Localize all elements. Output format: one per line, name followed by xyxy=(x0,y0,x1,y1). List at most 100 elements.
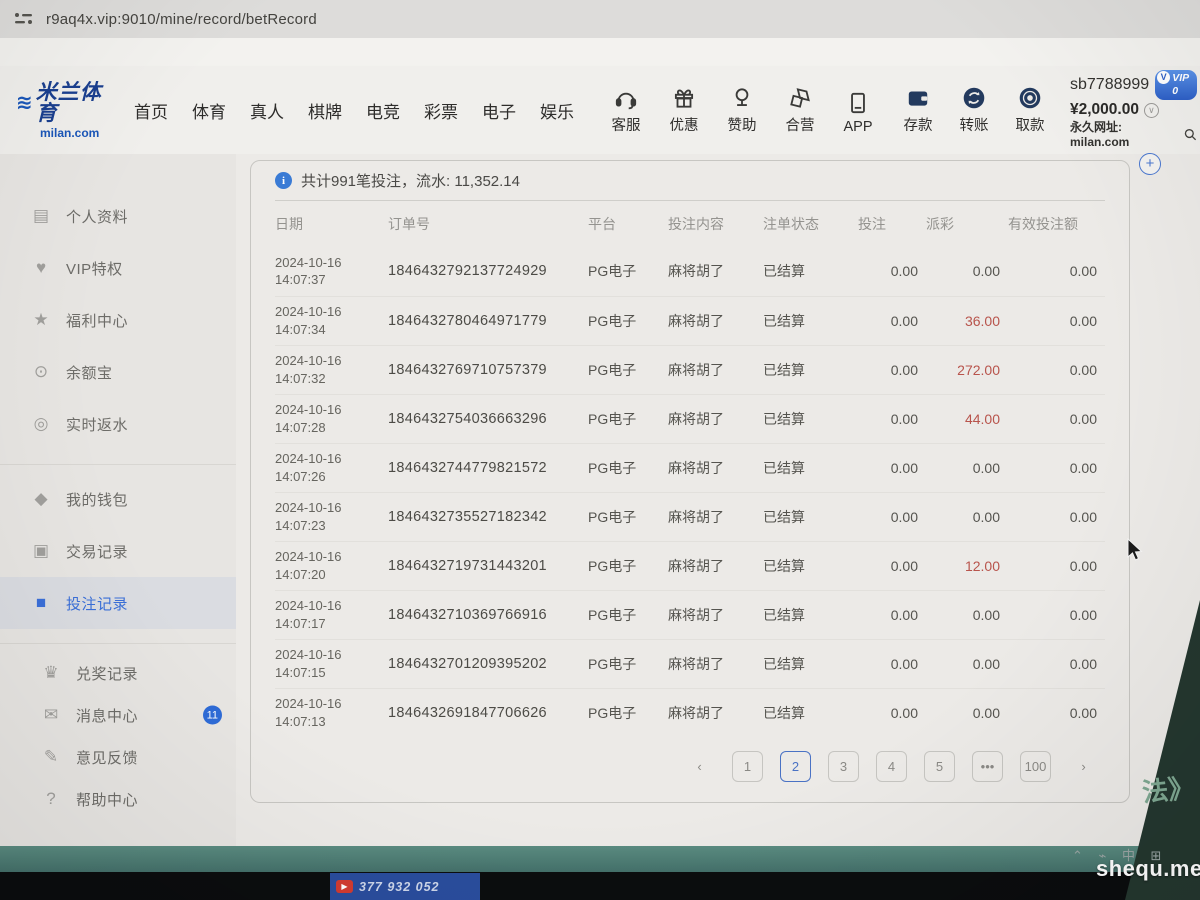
username: sb7788999 xyxy=(1070,75,1149,95)
column-header: 日期 xyxy=(275,201,388,247)
valid-bet-amount: 0.00 xyxy=(1008,443,1105,492)
url-text[interactable]: r9aq4x.vip:9010/mine/record/betRecord xyxy=(46,11,317,28)
profile-icon: ▤ xyxy=(30,206,52,226)
sidebar-item-label: 实时返水 xyxy=(66,414,128,435)
customer-service-button[interactable]: 客服 xyxy=(604,85,648,135)
valid-bet-amount: 0.00 xyxy=(1008,394,1105,443)
page-number-button[interactable]: 2 xyxy=(780,751,811,782)
column-header: 投注内容 xyxy=(668,201,763,247)
partnership-button[interactable]: 合营 xyxy=(778,85,822,135)
bet-status: 已结算 xyxy=(763,590,858,639)
page-number-button[interactable]: 5 xyxy=(924,751,955,782)
page-number-button[interactable]: ••• xyxy=(972,751,1003,782)
sidebar-item[interactable]: ? 帮助中心 xyxy=(0,778,236,820)
browser-url-bar[interactable]: r9aq4x.vip:9010/mine/record/betRecord xyxy=(0,0,1200,38)
nav-item[interactable]: 真人 xyxy=(250,98,284,123)
bet-time: 14:07:37 xyxy=(275,271,388,289)
sidebar-item[interactable]: ✎ 意见反馈 xyxy=(0,736,236,778)
bet-time: 14:07:28 xyxy=(275,419,388,437)
order-number: 1846432719731443201 xyxy=(388,541,588,590)
nav-item[interactable]: 彩票 xyxy=(424,98,458,123)
bet-status: 已结算 xyxy=(763,345,858,394)
sidebar-item-label: 意见反馈 xyxy=(76,747,138,768)
withdraw-button[interactable]: 取款 xyxy=(1008,85,1052,135)
nav-item[interactable]: 电子 xyxy=(482,98,516,123)
sidebar-item[interactable]: ♛ 兑奖记录 xyxy=(0,652,236,694)
yuebao-icon: ⊙ xyxy=(30,362,52,382)
promotions-button[interactable]: 优惠 xyxy=(662,85,706,135)
platform: PG电子 xyxy=(588,688,668,737)
sidebar-item[interactable]: ⊙ 余额宝 xyxy=(0,346,236,398)
prev-page-button[interactable]: ‹ xyxy=(684,751,715,782)
sponsor-button[interactable]: 赞助 xyxy=(720,85,764,135)
welfare-icon: ★ xyxy=(30,310,52,330)
transfer-button[interactable]: 转账 xyxy=(952,85,996,135)
user-info: sb7788999 VIP 0 ¥2,000.00 ∨ 永久网址: milan.… xyxy=(1070,70,1197,150)
help-icon: ? xyxy=(40,789,62,809)
bet-status: 已结算 xyxy=(763,688,858,737)
table-row: 2024-10-16 14:07:23 1846432735527182342 … xyxy=(275,492,1105,541)
payout-amount: 0.00 xyxy=(926,247,1008,296)
column-header: 平台 xyxy=(588,201,668,247)
nav-item[interactable]: 娱乐 xyxy=(540,98,574,123)
taskbar-fragment: ▶ 377 932 052 xyxy=(330,873,480,900)
order-number: 1846432691847706626 xyxy=(388,688,588,737)
platform: PG电子 xyxy=(588,590,668,639)
page-number-button[interactable]: 100 xyxy=(1020,751,1051,782)
valid-bet-amount: 0.00 xyxy=(1008,345,1105,394)
page-number-button[interactable]: 1 xyxy=(732,751,763,782)
expand-plus-button[interactable]: + xyxy=(1139,153,1161,175)
table-row: 2024-10-16 14:07:37 1846432792137724929 … xyxy=(275,247,1105,296)
sidebar-item[interactable]: ◆ 我的钱包 xyxy=(0,473,236,525)
sidebar-item-label: 余额宝 xyxy=(66,362,113,383)
logo-domain: milan.com xyxy=(40,127,108,139)
sidebar-item[interactable]: ▤ 个人资料 xyxy=(0,190,236,242)
sidebar-item[interactable]: ▣ 交易记录 xyxy=(0,525,236,577)
sidebar-item[interactable]: ♥ VIP特权 xyxy=(0,242,236,294)
table-row: 2024-10-16 14:07:28 1846432754036663296 … xyxy=(275,394,1105,443)
nav-item[interactable]: 棋牌 xyxy=(308,98,342,123)
page-number-button[interactable]: 4 xyxy=(876,751,907,782)
column-header: 派彩 xyxy=(926,201,1008,247)
valid-bet-amount: 0.00 xyxy=(1008,639,1105,688)
payout-amount: 272.00 xyxy=(926,345,1008,394)
summary-text: 共计991笔投注，流水: 11,352.14 xyxy=(301,170,520,191)
deposit-button[interactable]: 存款 xyxy=(896,85,940,135)
sidebar-item[interactable]: ■ 投注记录 xyxy=(0,577,236,629)
sidebar-item[interactable]: ★ 福利中心 xyxy=(0,294,236,346)
sidebar: ▤ 个人资料 ♥ VIP特权 ★ 福利中心 ⊙ xyxy=(0,154,236,846)
browser-profile-icon xyxy=(14,11,34,27)
background-text: 法》 xyxy=(1140,767,1196,809)
bet-amount: 0.00 xyxy=(858,345,926,394)
sidebar-item-label: 我的钱包 xyxy=(66,489,128,510)
column-header: 有效投注额 xyxy=(1008,201,1105,247)
sidebar-item[interactable]: ◎ 实时返水 xyxy=(0,398,236,450)
search-icon[interactable] xyxy=(1184,128,1197,141)
bet-record-table: 日期 订单号 平台 投注内容 注单状态 投注 派彩 xyxy=(275,201,1105,737)
site-logo[interactable]: ≋ 米兰体育 milan.com xyxy=(16,82,108,139)
order-number: 1846432754036663296 xyxy=(388,394,588,443)
app-download-button[interactable]: APP xyxy=(836,90,880,135)
bet-content: 麻将胡了 xyxy=(668,443,763,492)
bet-date: 2024-10-16 xyxy=(275,646,388,664)
next-page-button[interactable]: › xyxy=(1068,751,1099,782)
laptop-bezel xyxy=(0,872,1200,900)
main-content: + i 共计991笔投注，流水: 11,352.14 日期 订单号 xyxy=(236,154,1200,846)
order-number: 1846432701209395202 xyxy=(388,639,588,688)
transactions-icon: ▣ xyxy=(30,541,52,561)
bet-content: 麻将胡了 xyxy=(668,247,763,296)
main-nav: 首页 体育 真人 棋牌 电竞 彩票 电子 娱乐 xyxy=(134,98,574,123)
sidebar-item-label: 交易记录 xyxy=(66,541,128,562)
platform: PG电子 xyxy=(588,247,668,296)
bet-time: 14:07:15 xyxy=(275,664,388,682)
bet-date: 2024-10-16 xyxy=(275,254,388,272)
page-number-button[interactable]: 3 xyxy=(828,751,859,782)
valid-bet-amount: 0.00 xyxy=(1008,296,1105,345)
table-row: 2024-10-16 14:07:32 1846432769710757379 … xyxy=(275,345,1105,394)
nav-item[interactable]: 电竞 xyxy=(366,98,400,123)
sidebar-item[interactable]: ✉ 消息中心 11 xyxy=(0,694,236,736)
nav-item[interactable]: 体育 xyxy=(192,98,226,123)
bet-status: 已结算 xyxy=(763,492,858,541)
balance-dropdown-icon[interactable]: ∨ xyxy=(1144,103,1159,118)
nav-item[interactable]: 首页 xyxy=(134,98,168,123)
